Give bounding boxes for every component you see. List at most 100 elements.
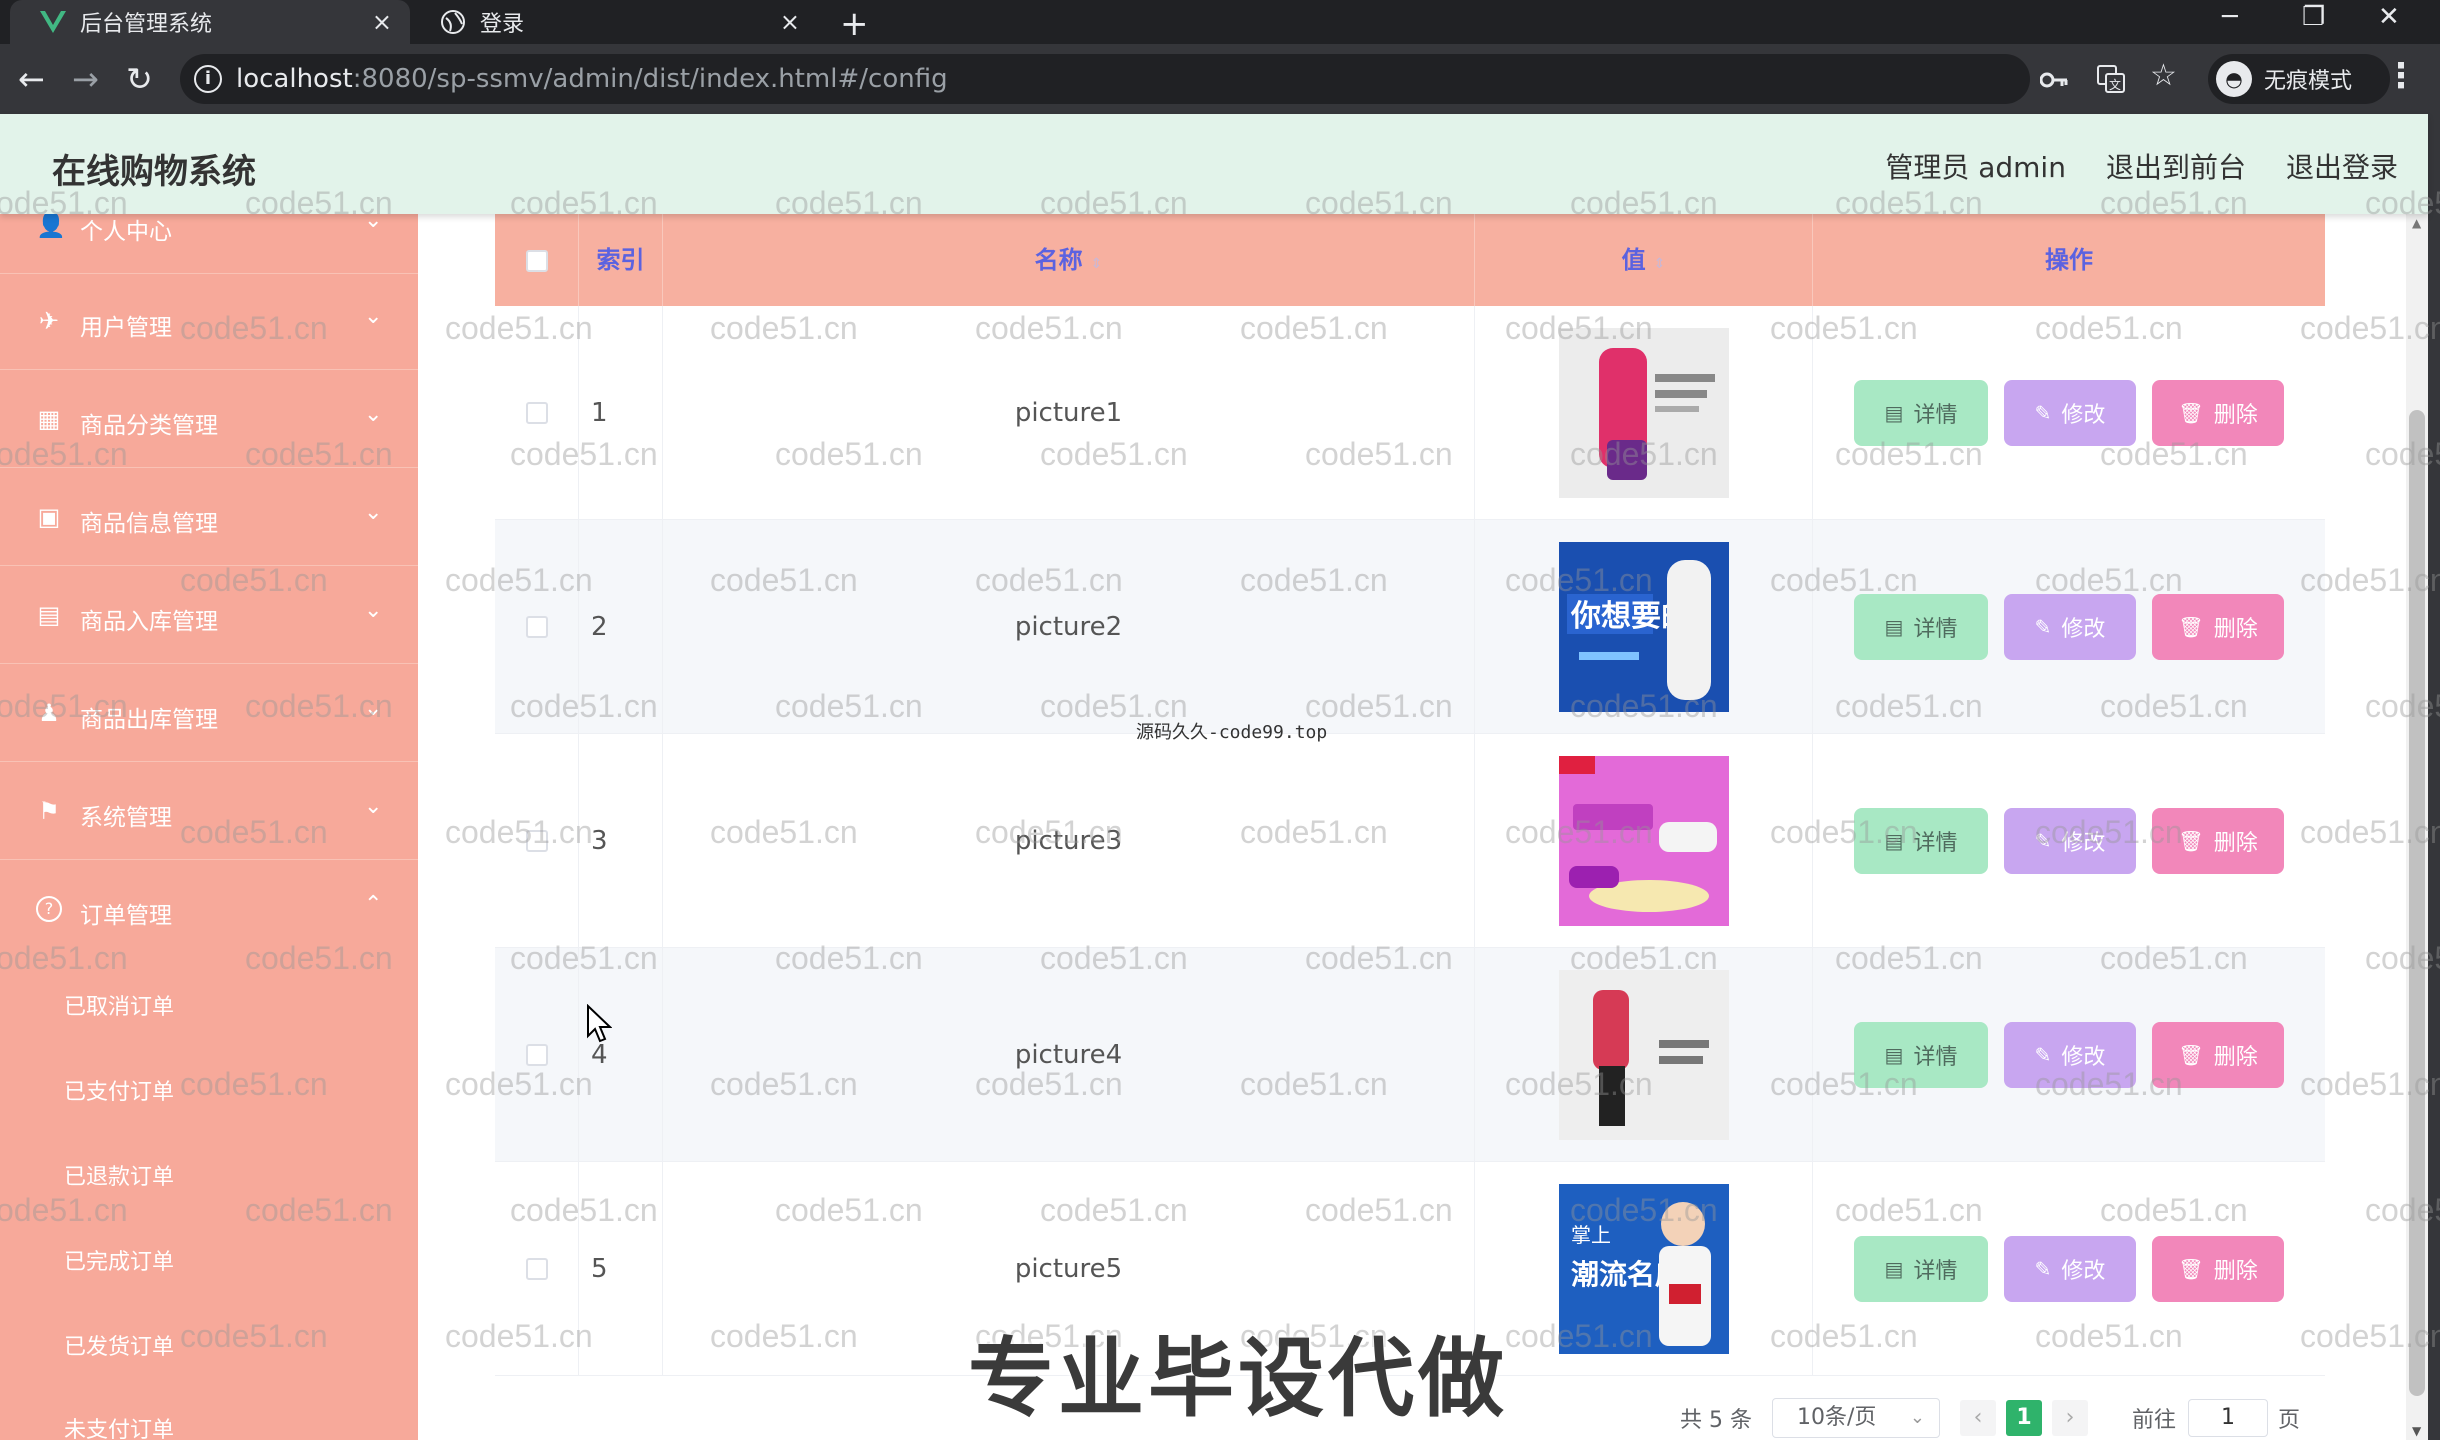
delete-button[interactable]: 🗑 删除: [2152, 380, 2284, 446]
row-checkbox[interactable]: [525, 1044, 548, 1066]
sidebar-sub-item[interactable]: 已发货订单: [64, 1329, 174, 1361]
vue-logo-icon: [40, 9, 66, 35]
product-thumbnail[interactable]: 掌上 潮流名店: [1558, 1184, 1729, 1354]
product-thumbnail[interactable]: [1558, 756, 1729, 926]
browser-tab-bar: 后台管理系统 × 登录 × + ─ ❐ ✕: [0, 0, 2440, 44]
tab-close-icon[interactable]: ×: [780, 8, 800, 36]
scrollbar-thumb[interactable]: [2409, 410, 2425, 1396]
tab-admin[interactable]: 后台管理系统 ×: [10, 0, 410, 44]
sidebar-item-system[interactable]: ⚑ 系统管理 ⌄: [0, 764, 418, 860]
sidebar-item-label: 订单管理: [80, 903, 172, 929]
edit-button[interactable]: ✎ 修改: [2004, 1022, 2136, 1088]
sidebar-sub-item[interactable]: 未支付订单: [64, 1412, 174, 1440]
sidebar-item-products[interactable]: ▣ 商品信息管理 ⌄: [0, 470, 418, 566]
delete-button[interactable]: 🗑 删除: [2152, 1236, 2284, 1302]
mouse-cursor-icon: [587, 1004, 612, 1043]
sidebar-sub-item[interactable]: 已支付订单: [64, 1074, 174, 1106]
sort-icon[interactable]: ⇕: [1654, 256, 1666, 272]
trash-icon: 🗑: [2178, 829, 2204, 853]
page-size-select[interactable]: 10条/页 ⌄: [1771, 1398, 1940, 1438]
chevron-down-icon: ⌄: [364, 794, 383, 819]
sort-icon[interactable]: ⇕: [1091, 256, 1103, 272]
address-bar[interactable]: i localhost:8080/sp-ssmv/admin/dist/inde…: [180, 54, 2068, 104]
chevron-down-icon: ⌄: [364, 402, 383, 427]
chevron-down-icon: ⌄: [1909, 1407, 1925, 1428]
detail-button[interactable]: ▤ 详情: [1854, 594, 1988, 660]
page-scrollbar[interactable]: ▲ ▼: [2406, 214, 2428, 1440]
close-window-icon[interactable]: ✕: [2378, 2, 2400, 32]
back-icon[interactable]: ←: [18, 60, 45, 98]
sidebar-sub-item[interactable]: 已退款订单: [64, 1159, 174, 1191]
scroll-down-icon[interactable]: ▼: [2412, 1424, 2421, 1438]
detail-button[interactable]: ▤ 详情: [1854, 808, 1988, 874]
row-index: 3: [579, 734, 663, 948]
table-header: 索引 名称 ⇕ 值 ⇕ 操作: [495, 214, 2325, 306]
row-actions: ▤ 详情 ✎ 修改 🗑 删除: [1813, 306, 2325, 520]
row-select-cell: [495, 948, 579, 1162]
send-icon: ✈: [38, 307, 60, 335]
sidebar-item-profile[interactable]: 👤 个人中心 ⌄: [0, 214, 418, 274]
header-value[interactable]: 值 ⇕: [1475, 214, 1813, 306]
row-checkbox[interactable]: [525, 1258, 548, 1280]
browser-toolbar: ← → ↻ i localhost:8080/sp-ssmv/admin/dis…: [0, 44, 2440, 114]
row-checkbox[interactable]: [525, 830, 548, 852]
incognito-badge[interactable]: ◓ 无痕模式: [2208, 54, 2390, 104]
chevron-up-icon: ⌃: [364, 892, 383, 917]
sidebar-item-orders[interactable]: ? 订单管理 ⌃: [0, 862, 418, 958]
new-tab-button[interactable]: +: [840, 4, 869, 44]
header-index: 索引: [579, 214, 663, 306]
header-name[interactable]: 名称 ⇕: [663, 214, 1475, 306]
sidebar-item-label: 个人中心: [80, 219, 172, 245]
sidebar-item-stock-out[interactable]: ♟ 商品出库管理 ⌄: [0, 666, 418, 762]
detail-button[interactable]: ▤ 详情: [1854, 380, 1988, 446]
detail-button[interactable]: ▤ 详情: [1854, 1022, 1988, 1088]
edit-button[interactable]: ✎ 修改: [2004, 1236, 2136, 1302]
scroll-up-icon[interactable]: ▲: [2412, 216, 2421, 230]
edit-icon: ✎: [2034, 1257, 2052, 1281]
more-menu-icon[interactable]: ⋮: [2384, 56, 2418, 96]
header-links: 管理员 admin 退出到前台 退出登录: [1845, 146, 2398, 186]
detail-button[interactable]: ▤ 详情: [1854, 1236, 1988, 1302]
sidebar-item-label: 商品信息管理: [80, 511, 218, 537]
page-unit-label: 页: [2278, 1408, 2301, 1433]
reload-icon[interactable]: ↻: [126, 60, 153, 98]
delete-button[interactable]: 🗑 删除: [2152, 808, 2284, 874]
next-page-button[interactable]: ›: [2051, 1400, 2088, 1436]
admin-user-link[interactable]: 管理员 admin: [1885, 146, 2066, 186]
forward-icon[interactable]: →: [72, 60, 99, 98]
goto-page-input[interactable]: 1: [2188, 1399, 2268, 1437]
prev-page-button[interactable]: ‹: [1959, 1400, 1996, 1436]
site-info-icon[interactable]: i: [194, 65, 222, 93]
sidebar-item-users[interactable]: ✈ 用户管理 ⌄: [0, 274, 418, 370]
delete-button[interactable]: 🗑 删除: [2152, 1022, 2284, 1088]
key-icon[interactable]: [2039, 64, 2068, 97]
page-number-current[interactable]: 1: [2005, 1400, 2042, 1436]
tab-close-icon[interactable]: ×: [372, 8, 392, 36]
edit-button[interactable]: ✎ 修改: [2004, 380, 2136, 446]
sidebar-sub-item[interactable]: 已完成订单: [64, 1244, 174, 1276]
goto-frontend-link[interactable]: 退出到前台: [2106, 146, 2246, 186]
sidebar-sub-item[interactable]: 已取消订单: [64, 989, 174, 1021]
document-icon: ▤: [1884, 1257, 1904, 1281]
translate-icon[interactable]: 文: [2096, 64, 2126, 101]
delete-button[interactable]: 🗑 删除: [2152, 594, 2284, 660]
edit-button[interactable]: ✎ 修改: [2004, 808, 2136, 874]
row-index: 4: [579, 948, 663, 1162]
sidebar-item-stock-in[interactable]: ▤ 商品入库管理 ⌄: [0, 568, 418, 664]
row-checkbox[interactable]: [525, 402, 548, 424]
tab-login[interactable]: 登录 ×: [410, 0, 818, 44]
product-thumbnail[interactable]: [1558, 970, 1729, 1140]
bookmark-star-icon[interactable]: ☆: [2150, 58, 2177, 93]
select-all-checkbox[interactable]: [525, 250, 548, 272]
row-checkbox[interactable]: [525, 616, 548, 638]
table-row: 1 picture1 ▤ 详情 ✎ 修改 🗑 删除: [495, 306, 2325, 520]
edit-icon: ✎: [2034, 401, 2052, 425]
logout-link[interactable]: 退出登录: [2286, 146, 2398, 186]
restore-icon[interactable]: ❐: [2302, 2, 2325, 32]
edit-button[interactable]: ✎ 修改: [2004, 594, 2136, 660]
product-thumbnail[interactable]: [1558, 328, 1729, 498]
sidebar-item-categories[interactable]: ▦ 商品分类管理 ⌄: [0, 372, 418, 468]
product-thumbnail[interactable]: 你想要的: [1558, 542, 1729, 712]
minimize-icon[interactable]: ─: [2222, 2, 2238, 32]
row-index: 1: [579, 306, 663, 520]
